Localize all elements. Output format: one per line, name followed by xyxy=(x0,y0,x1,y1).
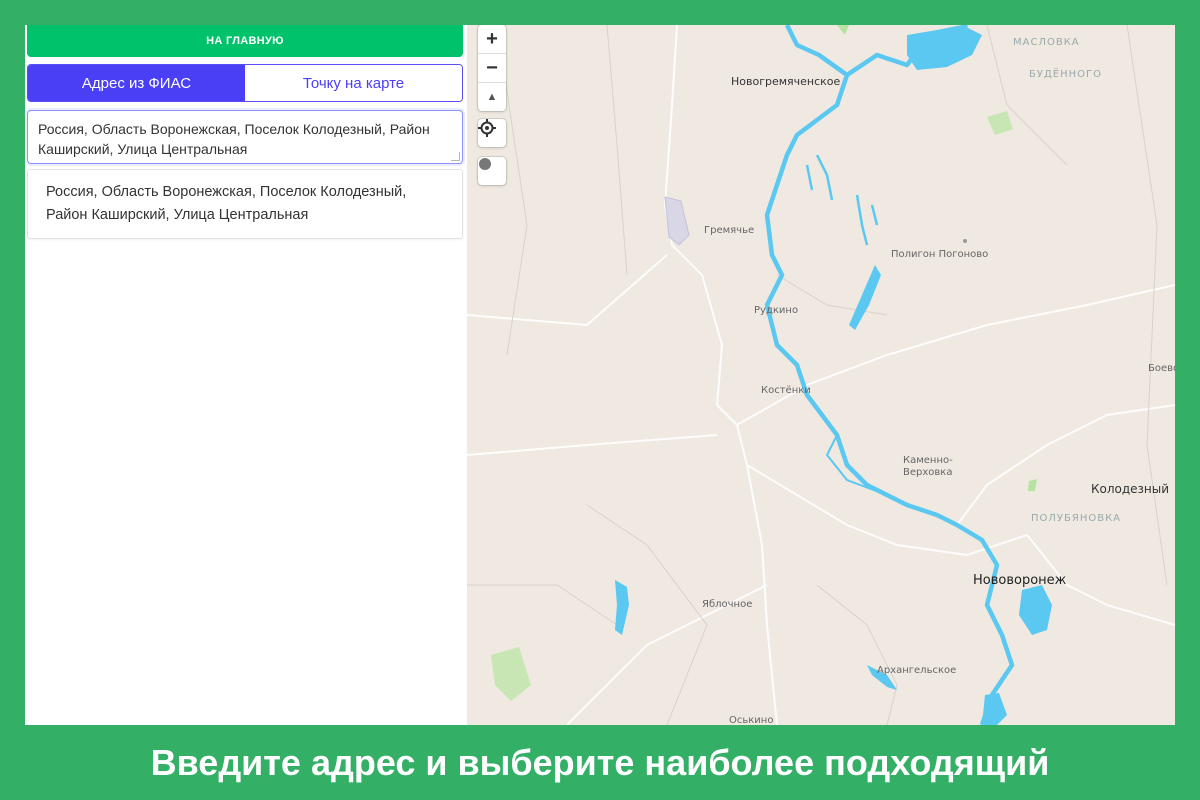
map-label: Боево xyxy=(1148,363,1175,374)
river-oxbows xyxy=(805,154,879,246)
map-label: Колодезный xyxy=(1091,482,1170,496)
lake xyxy=(849,265,881,330)
map-label: БУДЁННОГО xyxy=(1029,69,1102,80)
address-input-value: Россия, Область Воронежская, Поселок Кол… xyxy=(38,121,430,157)
map-label: Нововоронеж xyxy=(973,573,1067,588)
reservoir-south xyxy=(982,693,1007,725)
mode-tabs: Адрес из ФИАС Точку на карте xyxy=(27,64,463,102)
reservoir-novovoronezh xyxy=(1019,585,1052,635)
map-label: Рудкино xyxy=(754,305,799,316)
app-window: НА ГЛАВНУЮ Адрес из ФИАС Точку на карте … xyxy=(25,25,1175,725)
crosshair-icon[interactable] xyxy=(478,119,506,147)
circle-icon[interactable] xyxy=(478,157,506,185)
address-input[interactable]: Россия, Область Воронежская, Поселок Кол… xyxy=(27,110,463,164)
map-canvas[interactable] xyxy=(467,25,1175,725)
home-button[interactable]: НА ГЛАВНУЮ xyxy=(27,25,463,57)
map-label: Каменно- xyxy=(903,455,953,466)
reservoir-north xyxy=(907,25,982,70)
zoom-control: + − ▲ xyxy=(478,25,506,111)
river-don xyxy=(764,25,1015,725)
map-view[interactable]: + − ▲ МАСЛОВКА БУДЁННОГО Новогремяченско… xyxy=(467,25,1175,725)
map-label: Новогремяченское xyxy=(731,75,841,88)
zoom-out-button[interactable]: − xyxy=(478,53,506,82)
roads xyxy=(467,25,1175,725)
map-label: Архангельское xyxy=(877,665,957,676)
suggestion-list: Россия, Область Воронежская, Поселок Кол… xyxy=(27,169,463,239)
map-label: ПОЛУБЯНОВКА xyxy=(1031,513,1122,524)
geolocate-control xyxy=(478,119,506,147)
tab-fias-address[interactable]: Адрес из ФИАС xyxy=(28,65,245,101)
instruction-caption: Введите адрес и выберите наиболее подход… xyxy=(150,741,1050,783)
compass-button[interactable]: ▲ xyxy=(478,82,506,111)
minor-roads xyxy=(467,25,1168,725)
park-area xyxy=(987,111,1013,135)
tab-map-point[interactable]: Точку на карте xyxy=(245,65,462,101)
map-label: Костёнки xyxy=(761,385,811,396)
map-label: Гремячье xyxy=(704,225,755,236)
map-label: Полигон Погоново xyxy=(891,249,989,260)
zoom-in-button[interactable]: + xyxy=(478,25,506,53)
map-label: Яблочное xyxy=(702,599,753,610)
suggestion-item[interactable]: Россия, Область Воронежская, Поселок Кол… xyxy=(28,170,462,238)
poi-dot xyxy=(963,239,967,243)
industrial-area xyxy=(664,196,690,246)
pond xyxy=(615,580,629,635)
park-area xyxy=(491,647,531,701)
river-branch xyxy=(825,434,888,496)
map-label: Верховка xyxy=(903,467,953,478)
resize-grip-icon[interactable] xyxy=(451,152,460,161)
map-label: Оськино xyxy=(729,715,774,725)
park-area xyxy=(837,25,849,35)
marker-control xyxy=(478,157,506,185)
park-area xyxy=(1028,479,1037,491)
map-label: МАСЛОВКА xyxy=(1013,37,1080,48)
address-panel: НА ГЛАВНУЮ Адрес из ФИАС Точку на карте … xyxy=(25,25,467,725)
